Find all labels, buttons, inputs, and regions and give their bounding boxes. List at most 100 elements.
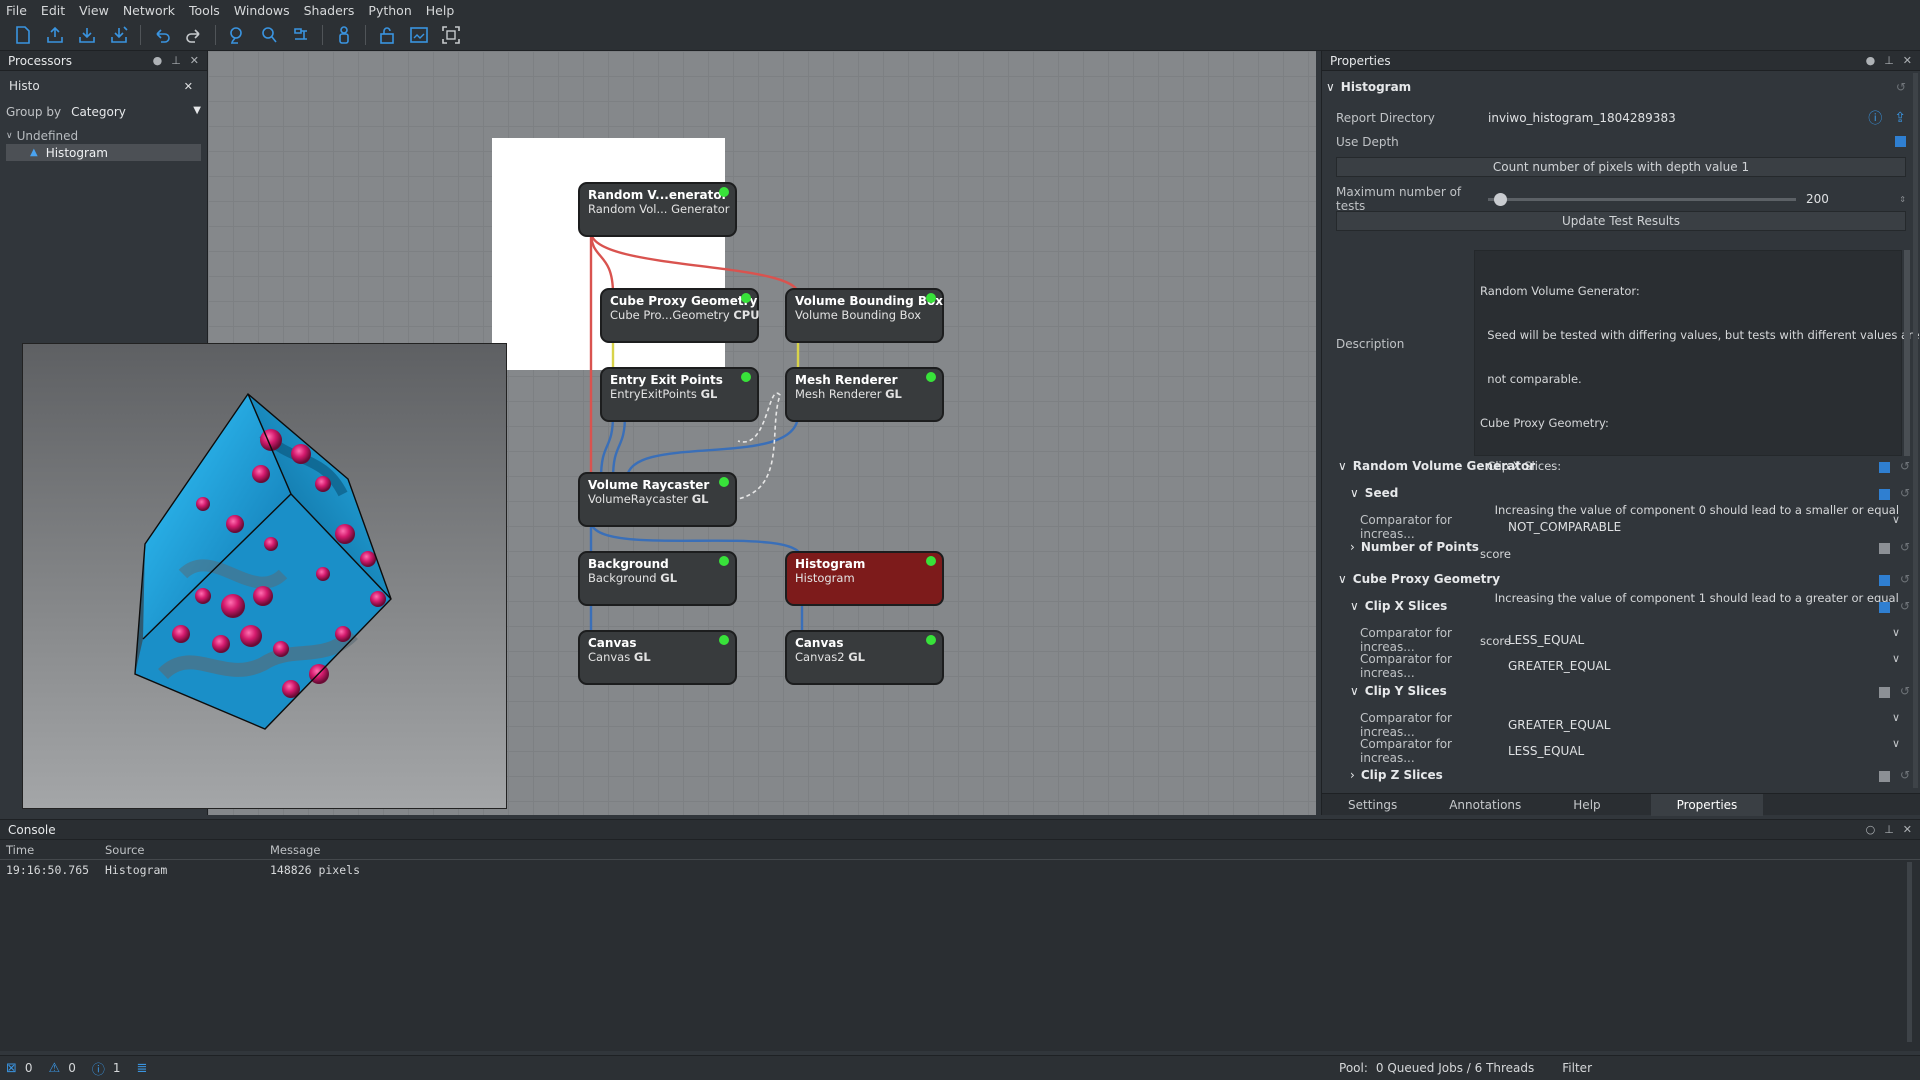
info-icon[interactable]: ⓘ (92, 1059, 105, 1078)
section-cube-proxy-geometry[interactable]: ∨ Cube Proxy Geometry (1338, 572, 1500, 586)
use-depth-checkbox[interactable] (1895, 136, 1906, 147)
undo-icon[interactable] (151, 24, 173, 46)
tab-properties[interactable]: Properties (1650, 793, 1764, 816)
menu-tools[interactable]: Tools (189, 3, 220, 18)
node-cube-proxy-geometry[interactable]: Cube Proxy Geometry Cube Pro...Geometry … (600, 288, 760, 343)
export-icon[interactable]: ⇪ (1894, 110, 1906, 126)
reset-icon[interactable]: ↺ (1900, 768, 1910, 782)
section-clip-x-slices[interactable]: ∨ Clip X Slices (1350, 599, 1447, 613)
chevron-down-icon[interactable]: ∨ (1892, 626, 1900, 639)
close-icon[interactable]: ✕ (190, 54, 199, 67)
float-icon[interactable]: ○ (1866, 823, 1876, 836)
canvas-capture-icon[interactable] (440, 24, 462, 46)
col-message[interactable]: Message (270, 843, 320, 857)
chevron-down-icon[interactable]: ∨ (1892, 652, 1900, 665)
node-entry-exit-points[interactable]: Entry Exit Points EntryExitPoints GL (600, 367, 759, 422)
node-volume-bounding-box[interactable]: Volume Bounding Box Volume Bounding Box (785, 288, 944, 343)
properties-scrollbar[interactable] (1913, 73, 1918, 788)
chevron-down-icon[interactable]: ∨ (1892, 737, 1900, 750)
menu-network[interactable]: Network (123, 3, 175, 18)
person-icon[interactable] (333, 24, 355, 46)
close-icon[interactable]: ✕ (1903, 823, 1912, 836)
find-processor-icon[interactable] (226, 24, 248, 46)
update-test-results-button[interactable]: Update Test Results (1336, 211, 1906, 231)
open-file-icon[interactable] (44, 24, 66, 46)
clip-z-checkbox[interactable] (1879, 771, 1890, 782)
tree-category[interactable]: ∨ Undefined (0, 127, 207, 144)
cube-checkbox[interactable] (1879, 575, 1890, 586)
menu-view[interactable]: View (79, 3, 109, 18)
comparator-value[interactable]: GREATER_EQUAL (1508, 659, 1610, 673)
reset-icon[interactable]: ↺ (1900, 459, 1910, 473)
description-scrollbar[interactable] (1904, 250, 1910, 456)
info-icon[interactable]: ⓘ (1868, 108, 1882, 128)
comparator-value[interactable]: NOT_COMPARABLE (1508, 520, 1621, 534)
comparator-value[interactable]: LESS_EQUAL (1508, 744, 1584, 758)
tree-item-histogram[interactable]: ▲ Histogram (6, 144, 201, 161)
clear-search-icon[interactable]: ✕ (184, 80, 193, 93)
number-of-points-checkbox[interactable] (1879, 543, 1890, 554)
save-as-icon[interactable] (108, 24, 130, 46)
section-number-of-points[interactable]: › Number of Points (1350, 540, 1479, 554)
section-clip-z-slices[interactable]: › Clip Z Slices (1350, 768, 1443, 782)
clear-log-icon[interactable]: ≣ (137, 1061, 148, 1076)
filter-button[interactable]: Filter (1562, 1061, 1592, 1075)
menu-file[interactable]: File (6, 3, 27, 18)
max-tests-slider[interactable] (1488, 192, 1796, 206)
console-row[interactable]: 19:16:50.765 Histogram 148826 pixels (0, 860, 1920, 880)
section-random-volume-generator[interactable]: ∨ Random Volume Generator (1338, 459, 1535, 473)
reset-icon[interactable]: ↺ (1900, 486, 1910, 500)
tab-annotations[interactable]: Annotations (1423, 794, 1547, 816)
clip-y-checkbox[interactable] (1879, 687, 1890, 698)
pin-icon[interactable]: ⊥ (171, 54, 181, 67)
menu-windows[interactable]: Windows (234, 3, 290, 18)
render-canvas-window[interactable] (22, 343, 507, 809)
node-mesh-renderer[interactable]: Mesh Renderer Mesh Renderer GL (785, 367, 944, 422)
section-histogram[interactable]: ∨ Histogram (1326, 80, 1411, 94)
section-clip-y-slices[interactable]: ∨ Clip Y Slices (1350, 684, 1447, 698)
report-directory-value[interactable]: inviwo_histogram_1804289383 (1488, 111, 1676, 125)
description-text[interactable]: Random Volume Generator: Seed will be te… (1474, 250, 1920, 648)
reset-icon[interactable]: ↺ (1900, 540, 1910, 554)
rvg-checkbox[interactable] (1879, 462, 1890, 473)
float-icon[interactable]: ● (1866, 54, 1876, 67)
pin-icon[interactable]: ⊥ (1884, 54, 1894, 67)
slider-handle[interactable] (1493, 192, 1507, 206)
tab-help[interactable]: Help (1547, 794, 1626, 816)
node-canvas2[interactable]: Canvas Canvas2 GL (785, 630, 944, 685)
error-icon[interactable]: ⊠ (6, 1061, 17, 1076)
menu-shaders[interactable]: Shaders (304, 3, 355, 18)
screenshot-icon[interactable] (408, 24, 430, 46)
spinbox-arrows-icon[interactable]: ⇕ (1899, 195, 1906, 204)
node-random-volume-generator[interactable]: Random V...enerator Random Vol... Genera… (578, 182, 737, 237)
section-seed[interactable]: ∨ Seed (1350, 486, 1398, 500)
col-source[interactable]: Source (105, 843, 270, 857)
zoom-icon[interactable] (258, 24, 280, 46)
processor-search[interactable]: Histo ✕ (6, 75, 201, 97)
node-background[interactable]: Background Background GL (578, 551, 737, 606)
seed-checkbox[interactable] (1879, 489, 1890, 500)
reset-icon[interactable]: ↺ (1900, 684, 1910, 698)
layout-icon[interactable] (290, 24, 312, 46)
max-tests-value[interactable]: 200 (1806, 192, 1829, 206)
clip-x-checkbox[interactable] (1879, 602, 1890, 613)
chevron-down-icon[interactable]: ∨ (1892, 513, 1900, 526)
col-time[interactable]: Time (0, 843, 105, 857)
comparator-value[interactable]: GREATER_EQUAL (1508, 718, 1610, 732)
console-scrollbar[interactable] (1907, 862, 1912, 1042)
float-icon[interactable]: ● (153, 54, 163, 67)
search-input[interactable]: Histo (9, 79, 40, 93)
chevron-down-icon[interactable]: ∨ (1892, 711, 1900, 724)
menu-help[interactable]: Help (426, 3, 455, 18)
lock-icon[interactable] (376, 24, 398, 46)
pin-icon[interactable]: ⊥ (1884, 823, 1894, 836)
node-volume-raycaster[interactable]: Volume Raycaster VolumeRaycaster GL (578, 472, 737, 527)
warning-icon[interactable]: ⚠ (49, 1061, 61, 1076)
tab-settings[interactable]: Settings (1322, 794, 1423, 816)
reset-icon[interactable]: ↺ (1896, 80, 1906, 94)
close-icon[interactable]: ✕ (1903, 54, 1912, 67)
save-icon[interactable] (76, 24, 98, 46)
node-canvas[interactable]: Canvas Canvas GL (578, 630, 737, 685)
menu-edit[interactable]: Edit (41, 3, 65, 18)
menu-python[interactable]: Python (368, 3, 411, 18)
